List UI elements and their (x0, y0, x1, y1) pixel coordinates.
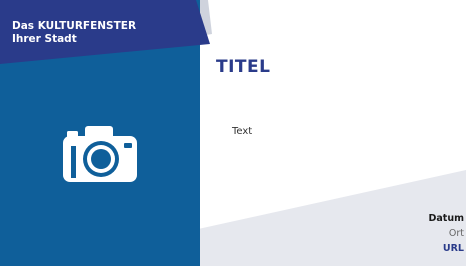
kulturfenster-template: Das KULTURFENSTER Ihrer Stadt TITEL Text… (0, 0, 466, 266)
brand-title: Das KULTURFENSTER Ihrer Stadt (12, 20, 136, 45)
page-title: TITEL (216, 57, 271, 77)
body-text: Text (232, 126, 253, 137)
footer-url-link[interactable]: URL (374, 241, 464, 256)
brand-line-2: Ihrer Stadt (12, 32, 77, 45)
footer-info: Datum Ort URL (374, 211, 465, 256)
brand-line-1: Das KULTURFENSTER (12, 20, 137, 32)
camera-icon (63, 126, 137, 182)
footer-place: Ort (448, 228, 464, 239)
footer-date: Datum (428, 213, 465, 224)
